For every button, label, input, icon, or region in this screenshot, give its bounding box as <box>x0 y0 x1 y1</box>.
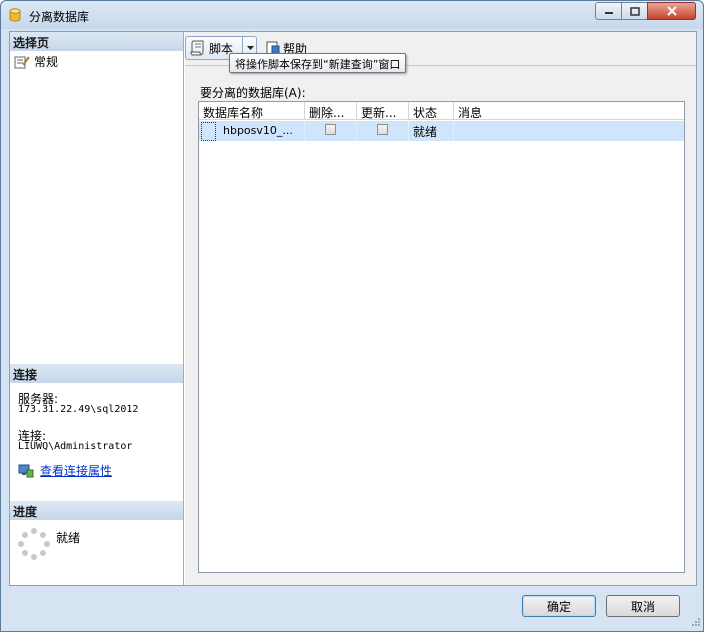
minimize-icon <box>604 12 613 14</box>
view-connection-link[interactable]: 查看连接属性 <box>40 462 112 479</box>
close-icon <box>666 6 677 16</box>
status-cell: 就绪 <box>409 121 454 141</box>
row-selector[interactable] <box>201 122 216 141</box>
column-header-status[interactable]: 状态 <box>409 102 454 120</box>
maximize-icon <box>629 6 640 16</box>
message-cell <box>454 121 684 141</box>
window-title: 分离数据库 <box>29 10 90 24</box>
progress-status: 就绪 <box>56 531 81 545</box>
select-page-header: 选择页 <box>10 32 183 51</box>
progress-spinner-icon <box>18 528 50 560</box>
server-value: 173.31.22.49\sql2012 <box>18 404 139 415</box>
script-icon <box>190 40 204 56</box>
right-panel: 脚本 帮助 将操作脚本保存到“新建查询”窗口 要分离的数据库(A): 数据库名称… <box>185 32 696 585</box>
dialog-body: 选择页 常规 连接 服务器: 173.31.22.49\sql2012 连接: … <box>9 31 697 586</box>
grid-header: 数据库名称 删除... 更新... 状态 消息 <box>199 102 684 120</box>
maximize-button[interactable] <box>621 2 648 20</box>
close-button[interactable] <box>647 2 696 20</box>
resize-grip-icon[interactable] <box>689 617 701 629</box>
chevron-down-icon <box>246 46 254 50</box>
column-header-message[interactable]: 消息 <box>454 102 684 120</box>
progress-header: 进度 <box>10 501 183 520</box>
left-panel: 选择页 常规 连接 服务器: 173.31.22.49\sql2012 连接: … <box>10 32 184 585</box>
update-statistics-cell <box>357 121 409 141</box>
databases-grid[interactable]: 数据库名称 删除... 更新... 状态 消息 hbposv10_... 就绪 <box>198 101 685 573</box>
title-bar[interactable]: 分离数据库 <box>1 1 703 29</box>
script-tooltip: 将操作脚本保存到“新建查询”窗口 <box>229 53 407 73</box>
database-name-cell[interactable]: hbposv10_... <box>219 121 305 141</box>
column-header-update[interactable]: 更新... <box>357 102 409 120</box>
drop-connections-checkbox[interactable] <box>325 124 336 135</box>
minimize-button[interactable] <box>595 2 622 20</box>
column-header-name[interactable]: 数据库名称 <box>199 102 305 120</box>
drop-connections-cell <box>305 121 357 141</box>
connection-header: 连接 <box>10 364 183 383</box>
view-connection-properties[interactable]: 查看连接属性 <box>18 462 112 479</box>
nav-item-general[interactable]: 常规 <box>14 53 58 70</box>
database-icon <box>9 8 21 22</box>
table-row[interactable]: hbposv10_... 就绪 <box>199 121 684 141</box>
cancel-button[interactable]: 取消 <box>606 595 680 617</box>
connection-properties-icon <box>18 464 34 477</box>
connection-value: LIUWQ\Administrator <box>18 441 133 452</box>
properties-page-icon <box>14 56 30 68</box>
databases-to-detach-label: 要分离的数据库(A): <box>200 86 306 100</box>
update-statistics-checkbox[interactable] <box>377 124 388 135</box>
detach-database-dialog: 分离数据库 选择页 常规 连接 服务器: 173.31.22.49\sql201… <box>0 0 704 632</box>
toolbar: 脚本 帮助 将操作脚本保存到“新建查询”窗口 <box>185 32 696 73</box>
column-header-drop[interactable]: 删除... <box>305 102 357 120</box>
ok-button[interactable]: 确定 <box>522 595 596 617</box>
nav-item-label: 常规 <box>34 55 59 69</box>
